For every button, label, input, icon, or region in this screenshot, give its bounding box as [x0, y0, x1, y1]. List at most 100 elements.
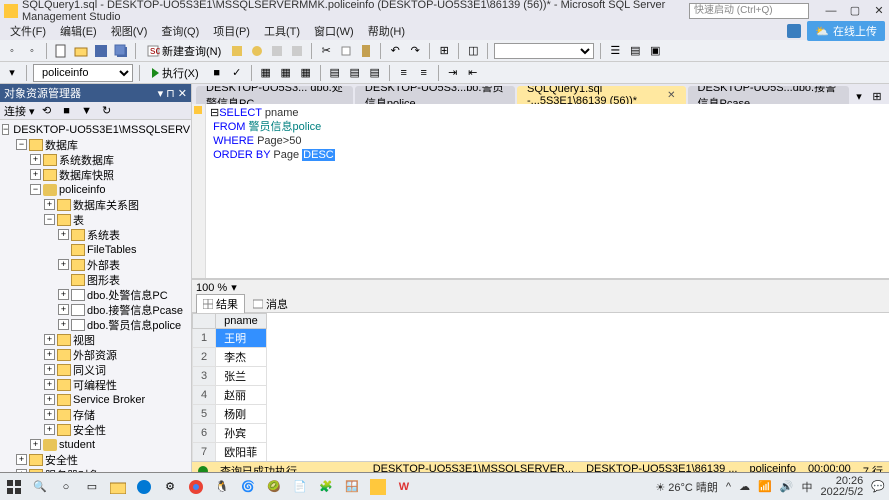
clock[interactable]: 20:262022/5/2 — [820, 476, 863, 498]
forward-button[interactable]: ◦ — [24, 43, 40, 59]
menu-tools[interactable]: 工具(T) — [258, 22, 306, 40]
cell-5[interactable]: 杨刚 — [216, 405, 267, 424]
cell-6[interactable]: 孙宾 — [216, 424, 267, 443]
edge-icon[interactable] — [134, 477, 154, 497]
menu-file[interactable]: 文件(F) — [4, 22, 52, 40]
explorer-tree[interactable]: −DESKTOP-UO5S3E1\MSSQLSERVERMMK (SQL Ser… — [0, 120, 191, 479]
tb-icon-1[interactable] — [229, 43, 245, 59]
start-button[interactable] — [4, 477, 24, 497]
col-header-pname[interactable]: pname — [216, 314, 267, 329]
cell-4[interactable]: 赵丽 — [216, 386, 267, 405]
debug-button[interactable]: ■ — [209, 65, 225, 81]
taskview-icon[interactable]: ▭ — [82, 477, 102, 497]
tb2-a[interactable]: ▦ — [258, 65, 274, 81]
sound-icon[interactable]: 🔊 — [780, 480, 794, 493]
exp-tb-3[interactable]: ▼ — [79, 103, 95, 119]
search-icon[interactable]: 🔍 — [30, 477, 50, 497]
tab-2[interactable]: SQLQuery1.sql -...5S3E1\86139 (56))*✕ — [517, 86, 686, 104]
tb-icon-2[interactable] — [249, 43, 265, 59]
cut-button[interactable]: ✂ — [318, 43, 334, 59]
wps-icon[interactable]: W — [394, 477, 414, 497]
tb-icon-4[interactable] — [289, 43, 305, 59]
tb-misc-3[interactable]: ☰ — [607, 43, 623, 59]
tray-up-icon[interactable]: ^ — [726, 481, 731, 493]
tb-misc-5[interactable]: ▣ — [647, 43, 663, 59]
paste-button[interactable] — [358, 43, 374, 59]
weather-widget[interactable]: ☀ 26°C 晴朗 — [655, 479, 718, 495]
exp-tb-4[interactable]: ↻ — [99, 103, 115, 119]
tb2-b[interactable]: ▦ — [278, 65, 294, 81]
tb2-icon-1[interactable]: ▾ — [4, 65, 20, 81]
app-3[interactable]: 🌀 — [238, 477, 258, 497]
exp-tb-1[interactable]: ⟲ — [39, 103, 55, 119]
tab-0[interactable]: DESKTOP-UO5S3... dbo.处警信息PC — [196, 86, 353, 104]
app-7[interactable]: 🪟 — [342, 477, 362, 497]
parse-button[interactable]: ✓ — [229, 65, 245, 81]
comment-button[interactable]: ≡ — [396, 65, 412, 81]
onedrive-icon[interactable]: ☁ — [739, 480, 750, 493]
tb-misc-1[interactable]: ⊞ — [436, 43, 452, 59]
undo-button[interactable]: ↶ — [387, 43, 403, 59]
new-file-button[interactable] — [53, 43, 69, 59]
results-grid[interactable]: pname 1王明 2李杰 3张兰 4赵丽 5杨刚 6孙宾 7欧阳菲 — [192, 313, 889, 461]
menu-help[interactable]: 帮助(H) — [362, 22, 411, 40]
cell-3[interactable]: 张兰 — [216, 367, 267, 386]
config-combo[interactable] — [494, 43, 594, 59]
wifi-icon[interactable]: 📶 — [758, 480, 772, 493]
cortana-icon[interactable]: ○ — [56, 477, 76, 497]
menu-query[interactable]: 查询(Q) — [155, 22, 205, 40]
app-4[interactable]: 🥝 — [264, 477, 284, 497]
cell-7[interactable]: 欧阳菲 — [216, 443, 267, 462]
menu-edit[interactable]: 编辑(E) — [54, 22, 103, 40]
quick-launch-input[interactable]: 快速启动 (Ctrl+Q) — [689, 3, 809, 19]
close-icon[interactable]: ✕ — [667, 90, 675, 101]
tb2-d[interactable]: ▤ — [327, 65, 343, 81]
tabs-expand[interactable]: ⊞ — [869, 88, 885, 104]
ime-icon[interactable]: 中 — [801, 479, 812, 495]
menu-project[interactable]: 项目(P) — [207, 22, 256, 40]
maximize-button[interactable]: ▢ — [849, 5, 861, 17]
exp-tb-2[interactable]: ■ — [59, 103, 75, 119]
save-button[interactable] — [93, 43, 109, 59]
execute-button[interactable]: 执行(X) — [146, 64, 205, 82]
tab-3[interactable]: DESKTOP-UO5S...dbo.接警信息Pcase — [688, 86, 849, 104]
app-5[interactable]: 📄 — [290, 477, 310, 497]
app-2[interactable]: 🐧 — [212, 477, 232, 497]
redo-button[interactable]: ↷ — [407, 43, 423, 59]
save-all-button[interactable] — [113, 43, 129, 59]
chrome-icon[interactable] — [186, 477, 206, 497]
open-button[interactable] — [73, 43, 89, 59]
tb-misc-4[interactable]: ▤ — [627, 43, 643, 59]
app-1[interactable]: ⚙ — [160, 477, 180, 497]
online-upload-button[interactable]: ⛅在线上传 — [807, 21, 885, 41]
menu-window[interactable]: 窗口(W) — [308, 22, 360, 40]
tb2-f[interactable]: ▤ — [367, 65, 383, 81]
help-icon[interactable] — [787, 24, 801, 38]
connect-button[interactable]: 连接 ▾ — [4, 103, 35, 119]
explorer-pin-icon[interactable]: ▾ ⊓ ✕ — [158, 87, 187, 100]
tb-icon-3[interactable] — [269, 43, 285, 59]
tb2-c[interactable]: ▦ — [298, 65, 314, 81]
app-6[interactable]: 🧩 — [316, 477, 336, 497]
tb-misc-2[interactable]: ◫ — [465, 43, 481, 59]
ssms-icon[interactable] — [368, 477, 388, 497]
tab-1[interactable]: DESKTOP-UO5S3...bo.警员信息police — [355, 86, 515, 104]
uncomment-button[interactable]: ≡ — [416, 65, 432, 81]
sql-editor[interactable]: ⊟SELECT pname FROM 警员信息police WHERE Page… — [192, 104, 889, 279]
zoom-level[interactable]: 100 % — [196, 282, 227, 294]
results-tab[interactable]: 结果 — [196, 294, 245, 313]
copy-button[interactable] — [338, 43, 354, 59]
messages-tab[interactable]: 消息 — [247, 295, 294, 313]
outdent-button[interactable]: ⇤ — [465, 65, 481, 81]
code-content[interactable]: ⊟SELECT pname FROM 警员信息police WHERE Page… — [206, 104, 339, 278]
close-button[interactable]: ✕ — [873, 5, 885, 17]
menu-view[interactable]: 视图(V) — [105, 22, 154, 40]
cell-2[interactable]: 李杰 — [216, 348, 267, 367]
new-query-button[interactable]: sql新建查询(N) — [142, 43, 225, 59]
system-tray[interactable]: ☀ 26°C 晴朗 ^ ☁ 📶 🔊 中 20:262022/5/2 💬 — [655, 476, 885, 498]
cell-1[interactable]: 王明 — [216, 329, 267, 348]
minimize-button[interactable]: — — [825, 5, 837, 17]
tabs-dropdown[interactable]: ▾ — [851, 88, 867, 104]
tb2-e[interactable]: ▤ — [347, 65, 363, 81]
back-button[interactable]: ◦ — [4, 43, 20, 59]
